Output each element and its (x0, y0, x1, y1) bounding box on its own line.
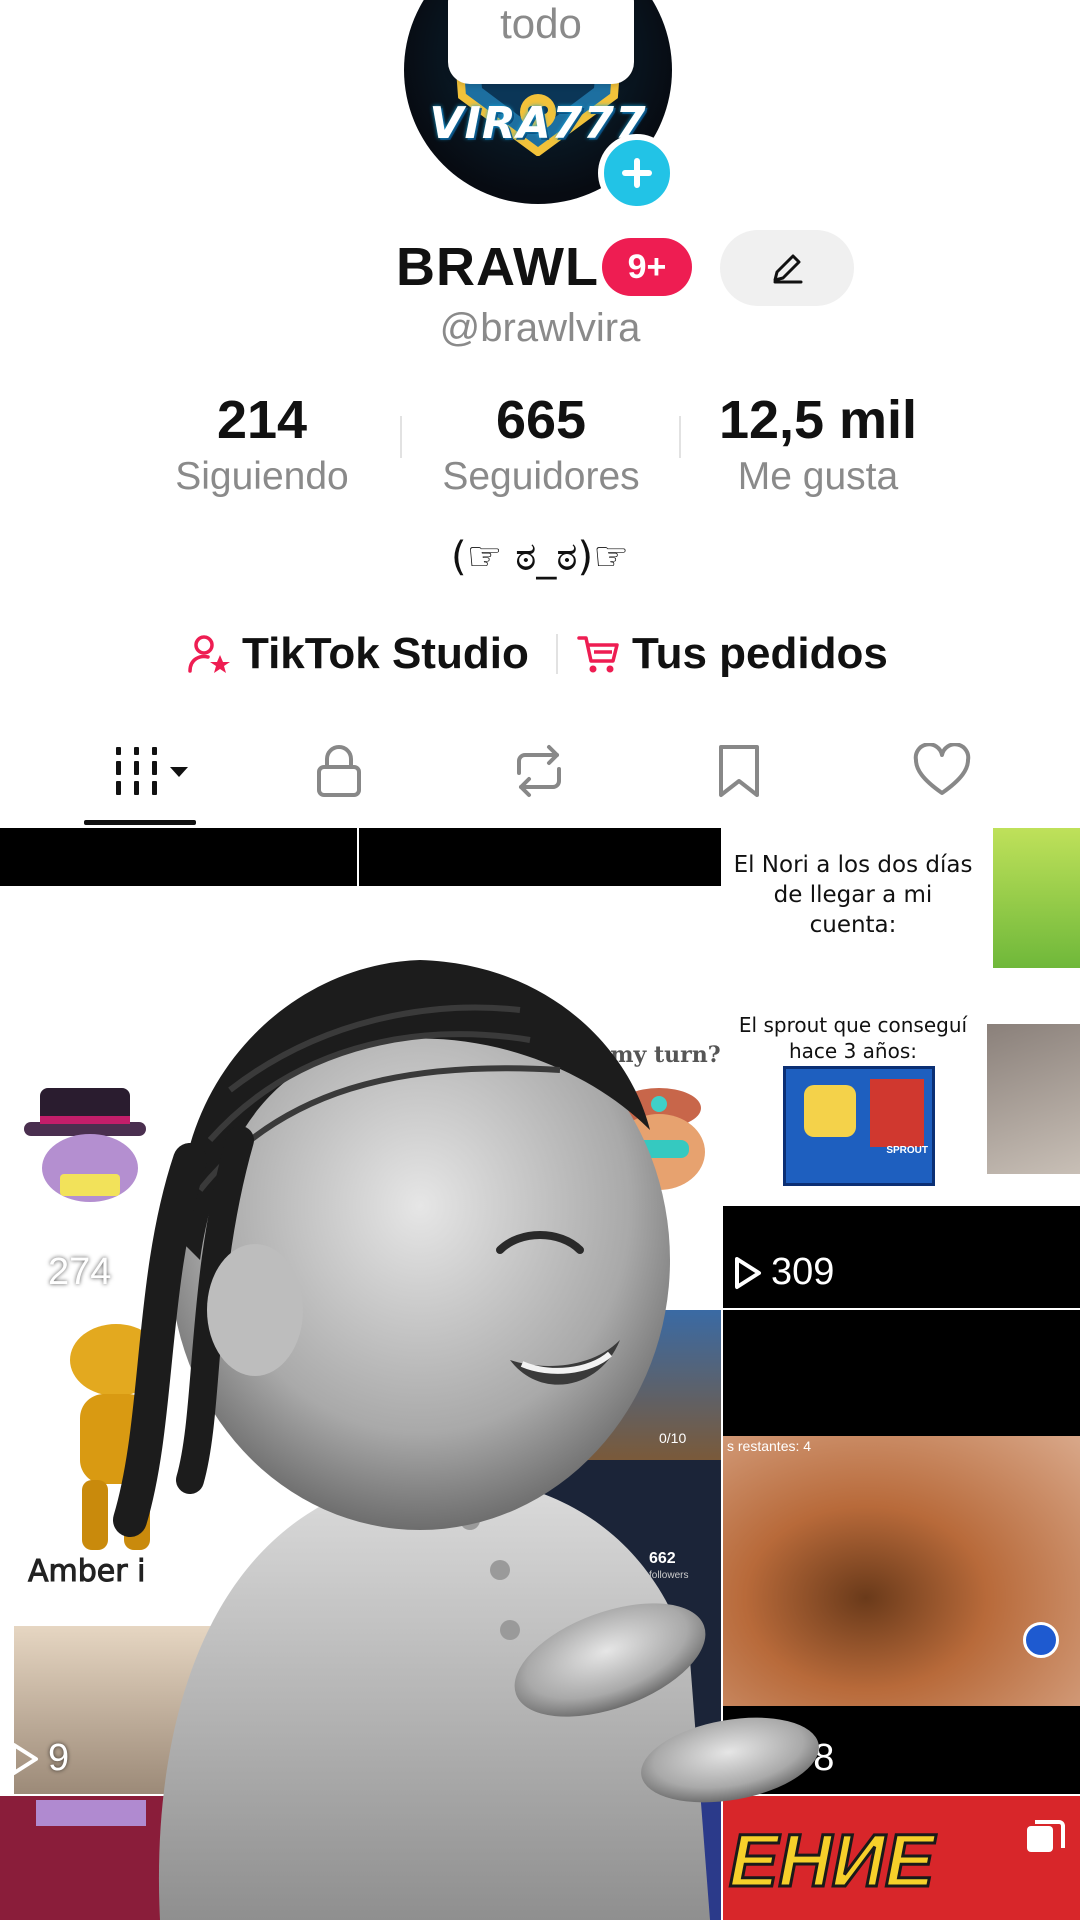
tile-caption: El Nori a los dos días de llegar a mi cu… (733, 852, 973, 938)
tab-favorites[interactable] (704, 736, 774, 806)
lock-icon (317, 745, 361, 797)
stat-value: 12,5 mil (718, 390, 918, 450)
videos-icon (116, 747, 188, 795)
pencil-icon (773, 254, 803, 284)
play-icon (12, 1256, 38, 1289)
tile-thumbnail (993, 828, 1080, 968)
stat-divider (679, 416, 681, 458)
cart-icon (577, 636, 619, 673)
tiktok-studio-link[interactable]: TikTok Studio (186, 624, 529, 684)
tile-black-bar (0, 828, 357, 886)
note-text: todo (500, 0, 582, 47)
view-count: 9 (10, 1737, 69, 1780)
plus-icon (622, 158, 652, 188)
tile-thumbnail (987, 1024, 1080, 1174)
note-bubble[interactable]: todo (448, 0, 634, 84)
stat-label: Siguiendo (175, 455, 349, 498)
bookmark-icon (719, 745, 759, 797)
profile-name: BRAWL (396, 237, 599, 297)
stat-value: 665 (495, 390, 587, 450)
tab-reposts[interactable] (504, 736, 574, 806)
orders-link[interactable]: Tus pedidos (576, 624, 888, 684)
edit-profile-button[interactable] (720, 230, 854, 306)
link-divider (556, 634, 558, 674)
profile-handle: @brawlvira (439, 306, 641, 350)
profile-bio: (☞ ಠ_ಠ)☞ (451, 534, 629, 580)
view-count-value: 9 (48, 1737, 70, 1779)
add-story-button[interactable] (598, 134, 676, 212)
tiktok-studio-label: TikTok Studio (242, 629, 529, 678)
stat-likes[interactable]: 12,5 mil Me gusta (698, 388, 938, 502)
orders-label: Tus pedidos (632, 629, 888, 678)
tile-black-bar (359, 828, 721, 886)
heart-icon (913, 743, 971, 795)
user-star-icon (188, 635, 230, 673)
active-tab-indicator (84, 820, 196, 825)
tab-liked[interactable] (904, 736, 980, 806)
tab-videos[interactable] (100, 736, 200, 806)
sprout-tag: SPROUT (886, 1145, 928, 1156)
stat-value: 214 (216, 390, 308, 450)
play-icon (12, 1742, 38, 1775)
tab-private[interactable] (304, 736, 374, 806)
stat-divider (400, 416, 402, 458)
stat-label: Me gusta (737, 455, 899, 498)
stat-following[interactable]: 214 Siguiendo (142, 388, 382, 502)
multi-photo-icon (1027, 1820, 1065, 1852)
stat-followers[interactable]: 665 Seguidores (421, 388, 661, 502)
stat-label: Seguidores (442, 455, 640, 498)
repost-icon (517, 745, 561, 797)
laughing-baby-sticker (113, 960, 819, 1920)
notification-badge[interactable]: 9+ (602, 238, 692, 296)
